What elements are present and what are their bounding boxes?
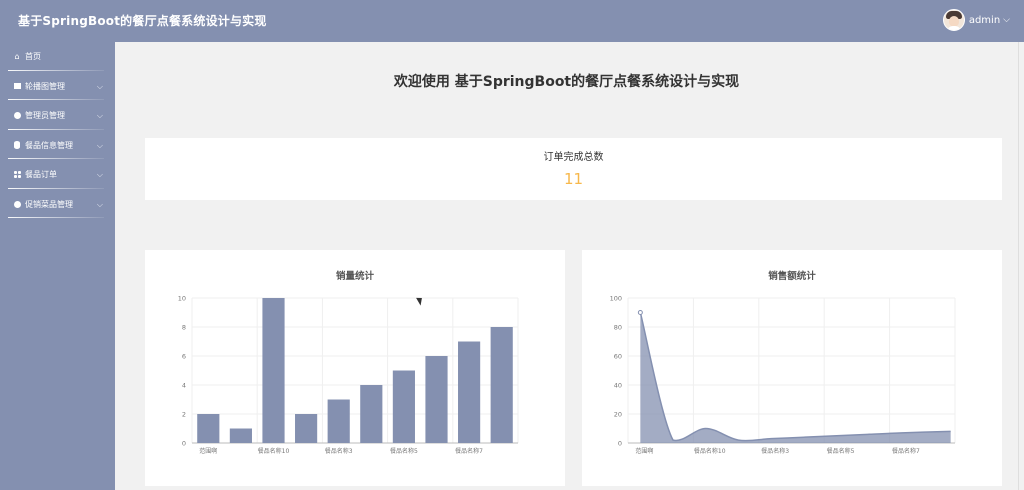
- bar: [490, 327, 513, 443]
- x-tick-label: 餐品名称5: [827, 447, 855, 455]
- x-tick-label: 餐品名称3: [761, 447, 789, 455]
- bar: [458, 341, 481, 443]
- chevron-down-icon[interactable]: ⌵: [1003, 15, 1010, 25]
- y-tick-label: 0: [182, 440, 186, 448]
- image-icon: [13, 82, 21, 90]
- chevron-down-icon: ⌵: [96, 170, 103, 179]
- sales-volume-chart-card: 销量统计 0 2 4 6 8 10 范围啊 餐品名称10 餐品名称3 餐品名称5 餐品名称7: [145, 250, 565, 486]
- home-icon: ⌂: [14, 52, 20, 62]
- sidebar-item-label: 促销菜品管理: [25, 199, 73, 209]
- y-tick-label: 0: [618, 440, 622, 448]
- data-point: [637, 310, 643, 315]
- y-tick-label: 40: [614, 382, 622, 390]
- bar: [360, 385, 383, 443]
- y-tick-label: 60: [614, 353, 622, 361]
- y-tick-label: 20: [614, 411, 622, 419]
- sidebar-item-promotions[interactable]: 促销菜品管理 ⌵: [0, 190, 115, 220]
- chevron-down-icon: ⌵: [96, 140, 103, 150]
- chevron-down-icon: ⌵: [96, 111, 103, 120]
- sidebar-item-carousel[interactable]: 轮播图管理 ⌵: [0, 72, 115, 102]
- sales-volume-chart: 0 2 4 6 8 10 范围啊 餐品名称10 餐品名称3 餐品名称5 餐品名称7: [178, 295, 519, 455]
- scrollbar[interactable]: [1018, 42, 1024, 490]
- y-tick-label: 100: [610, 295, 622, 303]
- bar: [327, 399, 350, 443]
- x-tick-label: 范围啊: [199, 447, 217, 455]
- series-line: [639, 312, 951, 442]
- sidebar-item-label: 首页: [25, 52, 41, 62]
- y-tick-label: 4: [182, 382, 186, 390]
- x-tick-label: 餐品名称7: [455, 447, 483, 455]
- bar: [262, 298, 285, 443]
- chevron-down-icon: ⌵: [96, 199, 103, 209]
- bar: [229, 428, 252, 443]
- x-tick-label: 餐品名称7: [892, 447, 920, 455]
- bar: [295, 414, 318, 443]
- x-tick-label: 餐品名称5: [390, 447, 418, 455]
- sidebar-item-label: 餐品订单: [25, 170, 57, 180]
- sidebar-item-label: 轮播图管理: [25, 81, 65, 91]
- sidebar-item-home[interactable]: ⌂ 首页: [0, 42, 115, 72]
- x-tick-label: 范围啊: [635, 447, 653, 455]
- series-area: [640, 312, 951, 443]
- avatar[interactable]: [942, 9, 965, 31]
- database-icon: [13, 141, 21, 150]
- sidebar-item-label: 餐品信息管理: [25, 140, 73, 150]
- sidebar-item-label: 管理员管理: [25, 111, 65, 121]
- welcome-heading: 欢迎使用 基于SpringBoot的餐厅点餐系统设计与实现: [393, 74, 740, 90]
- sidebar-item-orders[interactable]: 餐品订单 ⌵: [0, 160, 115, 190]
- app-title: 基于SpringBoot的餐厅点餐系统设计与实现: [18, 14, 267, 28]
- sidebar: ⌂ 首页 轮播图管理 ⌵ 管理员管理 ⌵ 餐品信息管理 ⌵ 餐品订单 ⌵ 促销菜…: [0, 42, 115, 490]
- x-tick-label: 餐品名称3: [325, 447, 353, 455]
- y-tick-label: 6: [182, 353, 186, 361]
- stat-value: 11: [563, 170, 584, 188]
- x-tick-label: 餐品名称10: [694, 447, 726, 455]
- sales-amount-chart-card: 销售额统计 0 20 40 60 80 100 范围啊 餐品名称10 餐品名称3 餐品名称5 餐品名…: [582, 250, 1002, 486]
- username[interactable]: admin: [969, 15, 1000, 26]
- flower-icon: [13, 200, 21, 208]
- sales-amount-chart: 0 20 40 60 80 100 范围啊 餐品名称10 餐品名称3 餐品名称5 餐品名称7: [610, 295, 956, 455]
- stat-label: 订单完成总数: [543, 152, 604, 163]
- sidebar-item-admins[interactable]: 管理员管理 ⌵: [0, 101, 115, 131]
- chevron-down-icon: ⌵: [96, 81, 103, 91]
- bar: [392, 370, 415, 443]
- y-tick-label: 2: [182, 411, 186, 419]
- x-tick-label: 餐品名称10: [258, 447, 290, 455]
- bar: [425, 356, 448, 443]
- bar: [197, 414, 220, 443]
- user-menu[interactable]: admin ⌵: [942, 9, 1010, 31]
- order-count-card: 订单完成总数 11: [145, 138, 1002, 200]
- y-tick-label: 8: [182, 324, 186, 332]
- user-icon: [13, 112, 21, 120]
- y-tick-label: 10: [178, 295, 186, 303]
- sidebar-item-dishes[interactable]: 餐品信息管理 ⌵: [0, 131, 115, 161]
- top-bar: 基于SpringBoot的餐厅点餐系统设计与实现 admin ⌵: [0, 0, 1024, 42]
- y-tick-label: 80: [614, 324, 622, 332]
- grid-icon: [13, 171, 21, 179]
